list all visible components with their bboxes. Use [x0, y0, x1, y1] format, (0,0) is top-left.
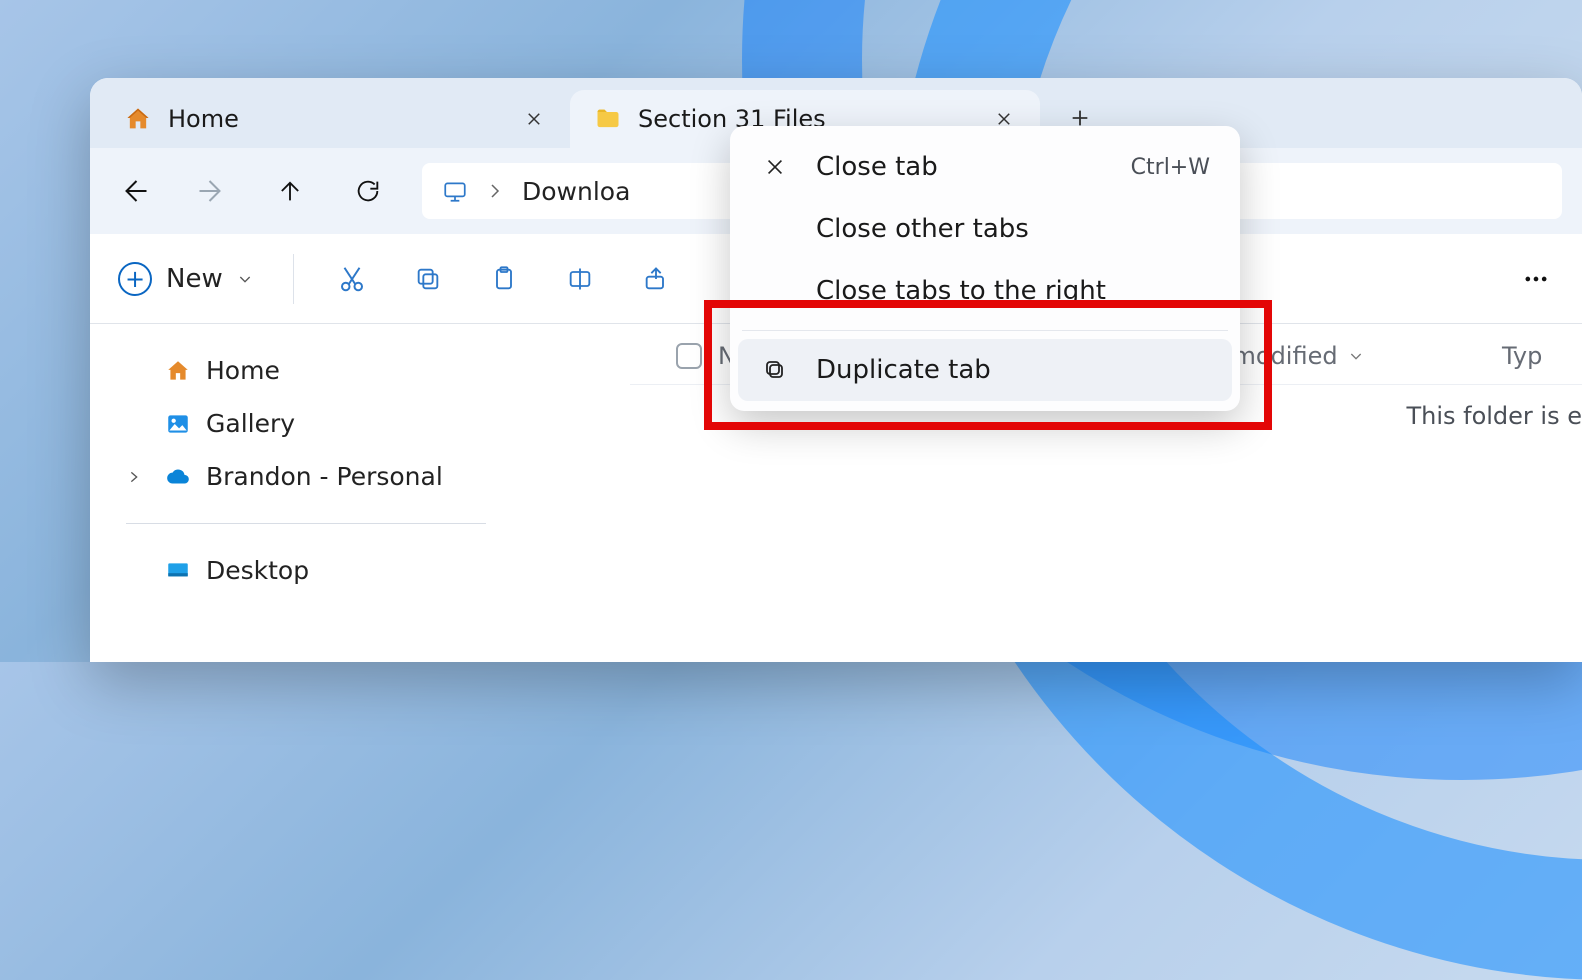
menu-label: Close tab — [816, 152, 938, 182]
paste-button[interactable] — [486, 261, 522, 297]
select-all-checkbox[interactable] — [676, 343, 702, 369]
menu-close-tabs-right[interactable]: Close tabs to the right — [738, 260, 1232, 322]
blank-icon — [760, 276, 790, 306]
separator — [742, 330, 1228, 331]
forward-button[interactable] — [188, 167, 236, 215]
column-type[interactable]: Typ — [1502, 342, 1542, 370]
sidebar-label: Home — [206, 356, 280, 385]
desktop-icon — [164, 557, 192, 585]
chevron-down-icon — [237, 271, 253, 287]
separator — [293, 254, 294, 304]
more-button[interactable] — [1518, 261, 1554, 297]
sidebar-item-gallery[interactable]: Gallery — [126, 397, 620, 450]
close-icon — [760, 152, 790, 182]
menu-duplicate-tab[interactable]: Duplicate tab — [738, 339, 1232, 401]
tab-home[interactable]: Home — [100, 90, 570, 148]
folder-icon — [594, 105, 622, 133]
sidebar-label: Desktop — [206, 556, 309, 585]
back-button[interactable] — [110, 167, 158, 215]
home-icon — [164, 357, 192, 385]
navigation-pane: Home Gallery Brandon - Personal — [90, 324, 630, 662]
cut-button[interactable] — [334, 261, 370, 297]
blank-icon — [760, 214, 790, 244]
menu-label: Close other tabs — [816, 214, 1029, 244]
tab-close-button[interactable] — [522, 107, 546, 131]
rename-button[interactable] — [562, 261, 598, 297]
new-button[interactable]: + New — [118, 262, 253, 296]
up-button[interactable] — [266, 167, 314, 215]
menu-close-tab[interactable]: Close tab Ctrl+W — [738, 136, 1232, 198]
sidebar-label: Gallery — [206, 409, 295, 438]
tab-label: Home — [168, 105, 239, 133]
sidebar-item-onedrive[interactable]: Brandon - Personal — [126, 450, 620, 503]
empty-folder-message: This folder is e — [1406, 402, 1582, 430]
separator — [126, 523, 486, 524]
plus-circle-icon: + — [118, 262, 152, 296]
refresh-button[interactable] — [344, 167, 392, 215]
home-icon — [124, 105, 152, 133]
duplicate-icon — [760, 355, 790, 385]
sidebar-label: Brandon - Personal — [206, 462, 443, 491]
cloud-icon — [164, 463, 192, 491]
new-label: New — [166, 264, 223, 294]
menu-close-other-tabs[interactable]: Close other tabs — [738, 198, 1232, 260]
sidebar-item-home[interactable]: Home — [126, 344, 620, 397]
expand-chevron-icon[interactable] — [126, 469, 150, 485]
copy-button[interactable] — [410, 261, 446, 297]
gallery-icon — [164, 410, 192, 438]
share-button[interactable] — [638, 261, 674, 297]
menu-label: Close tabs to the right — [816, 276, 1106, 306]
menu-label: Duplicate tab — [816, 355, 991, 385]
chevron-right-icon — [486, 182, 504, 200]
menu-shortcut: Ctrl+W — [1131, 155, 1210, 180]
this-pc-icon — [442, 178, 468, 204]
breadcrumb-segment[interactable]: Downloa — [522, 177, 630, 206]
chevron-down-icon — [1348, 348, 1364, 364]
sidebar-item-desktop[interactable]: Desktop — [126, 544, 620, 597]
tab-context-menu: Close tab Ctrl+W Close other tabs Close … — [730, 126, 1240, 411]
